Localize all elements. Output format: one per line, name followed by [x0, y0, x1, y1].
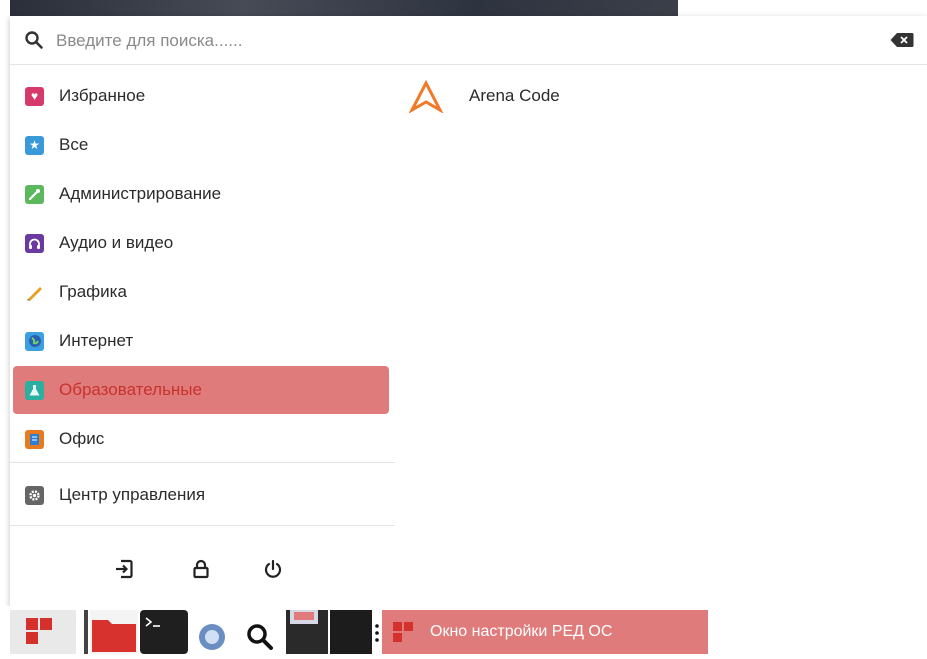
category-label: Все: [59, 135, 89, 154]
taskbar-window-red-os-settings[interactable]: Окно настройки РЕД ОС: [382, 610, 708, 654]
red-os-logo-icon: [393, 622, 413, 642]
desktop-wallpaper: [10, 0, 678, 16]
category-item-favorites[interactable]: ♥ Избранное: [13, 72, 389, 120]
power-button[interactable]: [260, 556, 286, 582]
app-item-arena-code[interactable]: Arena Code: [405, 72, 635, 120]
category-label: Избранное: [59, 86, 146, 105]
category-label: Интернет: [59, 331, 134, 350]
category-item-education[interactable]: Образовательные: [13, 366, 389, 414]
category-item-internet[interactable]: Интернет: [13, 317, 389, 365]
logout-icon: [116, 559, 133, 579]
red-os-logo-icon: [26, 618, 52, 644]
category-label: Администрирование: [59, 184, 222, 203]
taskbar: Окно настройки РЕД ОС: [0, 606, 927, 654]
wrench-icon: [25, 184, 44, 204]
terminal-icon: [145, 617, 160, 627]
workspace-2[interactable]: [330, 610, 372, 654]
folder-icon: [92, 620, 136, 652]
category-label: Офис: [59, 429, 105, 448]
search-icon: [25, 31, 43, 49]
lock-icon: [193, 559, 209, 579]
logout-button[interactable]: [111, 556, 137, 582]
browser-icon: [199, 624, 225, 650]
category-label: Графика: [59, 282, 127, 301]
category-item-office[interactable]: Офис: [13, 415, 389, 463]
control-center-label: Центр управления: [59, 485, 206, 504]
control-center-item[interactable]: Центр управления: [13, 471, 389, 519]
star-icon: ★: [25, 135, 44, 155]
gear-icon: [25, 485, 44, 505]
category-item-all[interactable]: ★ Все: [13, 121, 389, 169]
taskbar-drag-handle[interactable]: [374, 610, 380, 654]
drag-dots-icon: [375, 624, 379, 642]
category-label: Образовательные: [59, 380, 202, 399]
clear-search-icon[interactable]: [890, 32, 914, 48]
app-label: Arena Code: [469, 86, 560, 105]
search-launcher[interactable]: [240, 610, 284, 654]
category-item-graphics[interactable]: Графика: [13, 268, 389, 316]
category-item-administration[interactable]: Администрирование: [13, 170, 389, 218]
category-item-audio-video[interactable]: Аудио и видео: [13, 219, 389, 267]
flask-icon: [25, 380, 44, 400]
category-label: Аудио и видео: [59, 233, 174, 252]
pencil-icon: [25, 282, 44, 302]
taskbar-window-label: Окно настройки РЕД ОС: [430, 623, 613, 640]
magnifier-icon: [247, 624, 273, 650]
globe-icon: [25, 331, 44, 351]
document-icon: [25, 429, 44, 449]
workspace-1[interactable]: [286, 610, 328, 654]
search-input[interactable]: [54, 26, 878, 56]
browser-launcher[interactable]: [190, 610, 238, 654]
headphones-icon: [25, 233, 44, 253]
arena-code-icon: [408, 79, 444, 113]
search-bar: [10, 16, 927, 65]
application-menu: ♥ Избранное ★ Все Администрирование Ауди…: [10, 16, 927, 606]
taskbar-separator: [84, 610, 88, 654]
divider: [10, 462, 395, 463]
workspace-preview-icon: [290, 610, 318, 624]
divider: [10, 525, 395, 526]
lock-button[interactable]: [188, 556, 214, 582]
terminal-launcher[interactable]: [140, 610, 188, 654]
power-icon: [264, 559, 282, 578]
heart-icon: ♥: [25, 86, 44, 106]
file-manager-launcher[interactable]: [90, 610, 138, 654]
start-menu-button[interactable]: [10, 610, 76, 654]
